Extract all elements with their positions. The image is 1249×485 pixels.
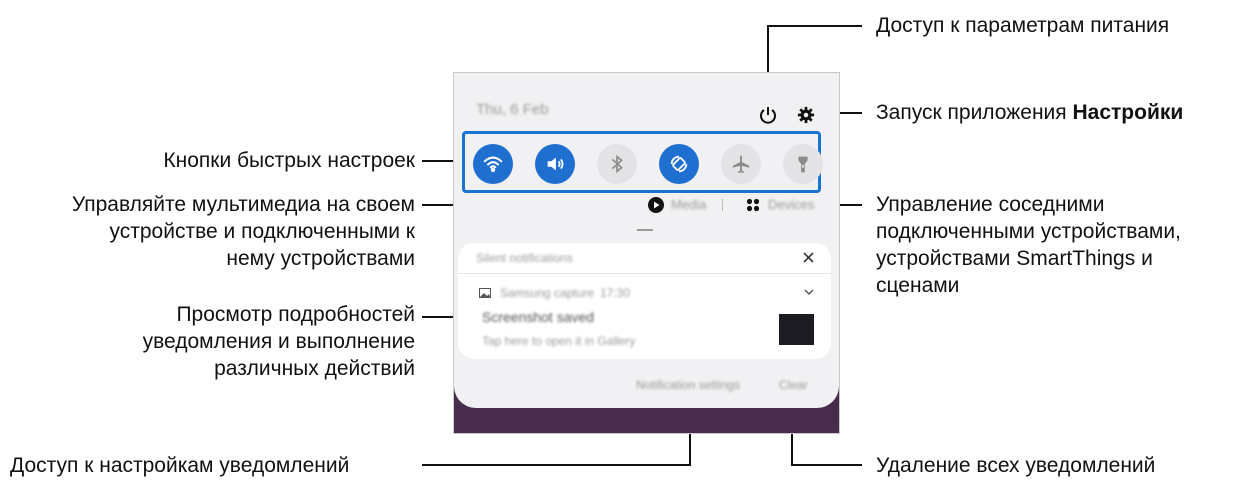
notification-divider xyxy=(458,273,831,274)
power-icon[interactable] xyxy=(756,103,780,127)
quick-settings-buttons xyxy=(462,131,823,193)
label-settings-bold: Настройки xyxy=(1072,101,1184,124)
label-settings: Запуск приложения Настройки xyxy=(876,99,1183,126)
auto-rotate-icon[interactable] xyxy=(659,144,699,184)
devices-button[interactable]: Devices xyxy=(768,197,814,212)
gallery-icon xyxy=(478,287,492,299)
label-notif-line3: различных действий xyxy=(214,357,415,380)
label-notif-settings-text: Доступ к настройкам уведомлений xyxy=(10,454,350,477)
media-play-icon[interactable] xyxy=(647,196,665,214)
bluetooth-icon[interactable] xyxy=(597,144,637,184)
divider xyxy=(722,199,723,211)
chevron-down-icon[interactable] xyxy=(802,285,816,299)
devices-icon[interactable] xyxy=(744,196,762,214)
gear-icon[interactable] xyxy=(794,103,818,127)
airplane-icon[interactable] xyxy=(721,144,761,184)
clear-button[interactable]: Clear xyxy=(779,378,808,392)
label-notification-settings: Доступ к настройкам уведомлений xyxy=(10,452,349,479)
label-media-line1: Управляйте мультимедиа на своем xyxy=(71,193,415,216)
label-settings-prefix: Запуск приложения xyxy=(876,101,1073,124)
sound-icon[interactable] xyxy=(535,144,575,184)
silent-notifications-header: Silent notifications xyxy=(476,251,573,265)
label-media: Управляйте мультимедиа на своем устройст… xyxy=(72,191,415,272)
notification-time: 17:30 xyxy=(600,286,631,300)
notification-panel: Thu, 6 Feb Media Devices Silent notifica… xyxy=(453,72,840,434)
close-icon[interactable] xyxy=(800,249,816,265)
label-notification-details: Просмотр подробностей уведомления и выпо… xyxy=(143,301,415,382)
label-devices-line4: сценами xyxy=(876,274,960,297)
label-quick-buttons: Кнопки быстрых настроек xyxy=(163,147,415,174)
label-devices: Управление соседними подключенными устро… xyxy=(876,191,1181,299)
drag-handle[interactable] xyxy=(637,229,653,231)
notification-card[interactable]: Silent notifications Samsung capture 17:… xyxy=(458,243,831,359)
media-button[interactable]: Media xyxy=(671,197,706,212)
app-name: Samsung capture xyxy=(500,286,595,300)
quick-panel: Thu, 6 Feb Media Devices Silent notifica… xyxy=(454,73,839,408)
label-media-line3: нему устройствами xyxy=(226,247,415,270)
notification-settings-button[interactable]: Notification settings xyxy=(636,378,740,392)
notification-title: Screenshot saved xyxy=(482,309,595,325)
label-power-options: Доступ к параметрам питания xyxy=(876,12,1169,39)
label-notif-line1: Просмотр подробностей xyxy=(176,303,415,326)
wifi-icon[interactable] xyxy=(473,144,513,184)
label-notif-line2: уведомления и выполнение xyxy=(142,330,415,353)
label-devices-line2: подключенными устройствами, xyxy=(876,220,1181,243)
label-media-line2: устройстве и подключенными к xyxy=(109,220,416,243)
screenshot-thumbnail xyxy=(779,314,814,345)
date-text: Thu, 6 Feb xyxy=(476,101,549,118)
label-clear-all: Удаление всех уведомлений xyxy=(876,452,1155,479)
label-devices-line3: устройствами SmartThings и xyxy=(876,247,1153,270)
label-quick-text: Кнопки быстрых настроек xyxy=(163,149,415,172)
label-devices-line1: Управление соседними xyxy=(876,193,1105,216)
label-power-text: Доступ к параметрам питания xyxy=(876,14,1170,37)
notification-text: Tap here to open it in Gallery xyxy=(482,334,636,348)
flashlight-icon[interactable] xyxy=(783,144,823,184)
label-clear-text: Удаление всех уведомлений xyxy=(876,454,1156,477)
